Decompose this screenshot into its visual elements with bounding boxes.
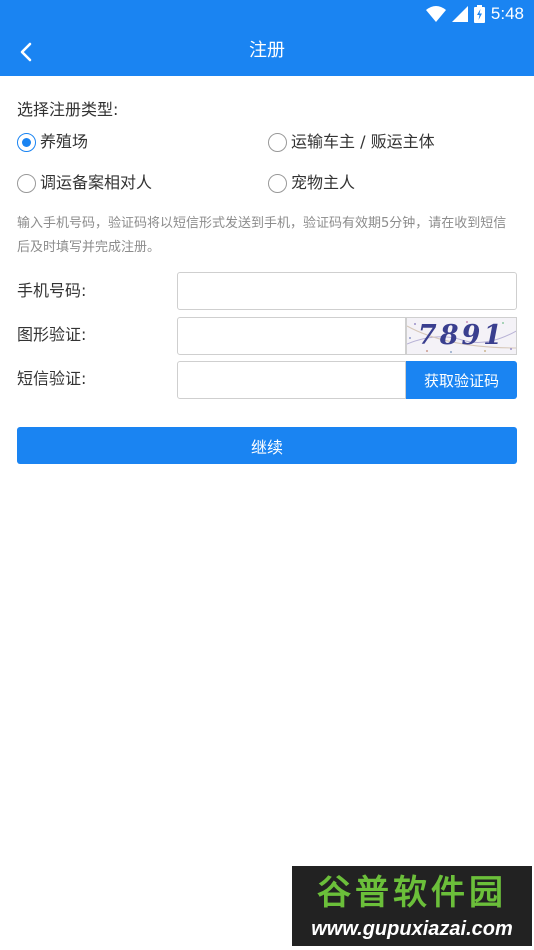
app-bar: 5:48 注册 bbox=[0, 0, 534, 76]
radio-dot bbox=[22, 137, 31, 147]
registration-type-label: 选择注册类型: bbox=[17, 100, 119, 119]
status-bar: 5:48 bbox=[425, 3, 524, 25]
radio-label-farm: 养殖场 bbox=[40, 132, 89, 151]
phone-input[interactable] bbox=[177, 272, 517, 310]
status-time: 5:48 bbox=[490, 4, 524, 23]
radio-label-transport-owner: 运输车主 / 贩运主体 bbox=[291, 132, 435, 151]
continue-button[interactable]: 继续 bbox=[17, 427, 517, 464]
page-title: 注册 bbox=[249, 40, 285, 61]
signal-icon bbox=[451, 6, 468, 22]
captcha-input[interactable] bbox=[177, 317, 406, 355]
captcha-label: 图形验证: bbox=[17, 325, 87, 344]
watermark-title: 谷普软件园 bbox=[317, 873, 507, 913]
verification-notice: 输入手机号码，验证码将以短信形式发送到手机，验证码有效期5分钟，请在收到短信后及… bbox=[17, 216, 507, 255]
radio-label-dispatch-filer: 调运备案相对人 bbox=[40, 173, 153, 192]
phone-label: 手机号码: bbox=[17, 281, 87, 300]
sms-label: 短信验证: bbox=[17, 369, 87, 388]
wifi-icon bbox=[425, 6, 446, 22]
captcha-image[interactable]: 7891 bbox=[406, 317, 517, 355]
watermark: 谷普软件园 www.gupuxiazai.com bbox=[292, 866, 532, 946]
radio-pet-owner[interactable]: 宠物主人 bbox=[268, 172, 355, 194]
radio-dispatch-filer[interactable]: 调运备案相对人 bbox=[17, 172, 152, 194]
sms-code-input[interactable] bbox=[177, 361, 406, 399]
radio-label-pet-owner: 宠物主人 bbox=[291, 173, 356, 192]
radio-circle-selected bbox=[17, 132, 36, 152]
radio-farm[interactable]: 养殖场 bbox=[17, 131, 88, 153]
radio-circle bbox=[268, 173, 287, 193]
radio-circle bbox=[268, 132, 287, 152]
captcha-text: 7891 bbox=[417, 320, 506, 351]
radio-circle bbox=[17, 173, 36, 193]
radio-transport-owner[interactable]: 运输车主 / 贩运主体 bbox=[268, 131, 435, 153]
get-sms-code-button[interactable]: 获取验证码 bbox=[406, 361, 517, 399]
battery-charging-icon bbox=[473, 5, 485, 23]
watermark-url: www.gupuxiazai.com bbox=[311, 918, 513, 940]
